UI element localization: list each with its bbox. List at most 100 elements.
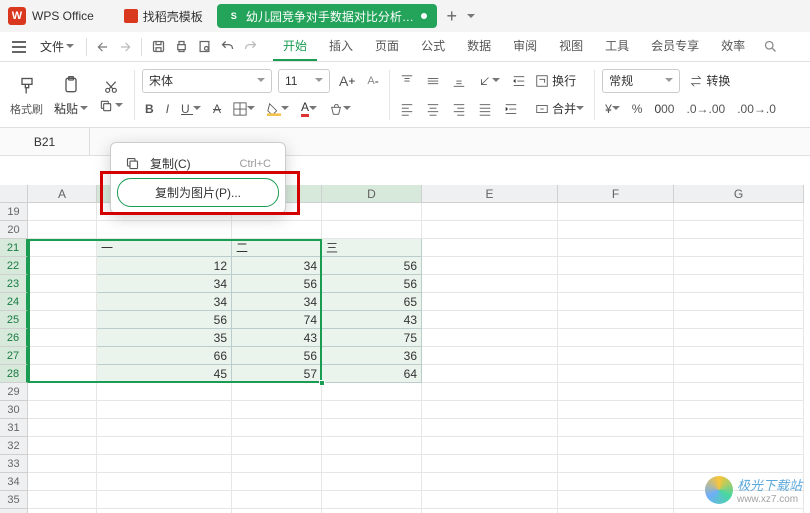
cell[interactable] xyxy=(674,257,804,275)
cell[interactable] xyxy=(28,401,97,419)
bold-button[interactable]: B xyxy=(142,100,157,118)
undo-button[interactable] xyxy=(217,37,238,56)
grow-font-icon[interactable]: A+ xyxy=(336,71,358,91)
cell[interactable] xyxy=(674,293,804,311)
cell[interactable]: 75 xyxy=(322,329,422,347)
clear-format-button[interactable] xyxy=(326,100,354,118)
cell[interactable] xyxy=(558,401,674,419)
tabs-dropdown-icon[interactable] xyxy=(467,14,475,22)
cell[interactable] xyxy=(674,437,804,455)
cell[interactable] xyxy=(422,365,558,383)
ribbon-tab-efficiency[interactable]: 效率 xyxy=(711,32,755,61)
font-color-button[interactable]: A xyxy=(298,98,320,119)
borders-button[interactable] xyxy=(230,100,258,118)
cell[interactable] xyxy=(28,275,97,293)
cell[interactable]: 56 xyxy=(232,275,322,293)
cell[interactable] xyxy=(97,401,232,419)
row-header[interactable]: 30 xyxy=(0,401,28,419)
cell[interactable]: 57 xyxy=(232,365,322,383)
cell[interactable] xyxy=(558,383,674,401)
row-header[interactable]: 32 xyxy=(0,437,28,455)
file-menu[interactable]: 文件 xyxy=(34,34,80,59)
cell[interactable] xyxy=(97,221,232,239)
cell[interactable] xyxy=(28,491,97,509)
row-header[interactable]: 31 xyxy=(0,419,28,437)
cell[interactable] xyxy=(97,383,232,401)
cell[interactable] xyxy=(674,311,804,329)
cell[interactable]: 三 xyxy=(322,239,422,257)
cell[interactable] xyxy=(422,473,558,491)
cell[interactable] xyxy=(97,419,232,437)
cell[interactable] xyxy=(28,383,97,401)
cell[interactable] xyxy=(28,329,97,347)
row-header[interactable]: 29 xyxy=(0,383,28,401)
cell[interactable]: 56 xyxy=(322,257,422,275)
new-tab-button[interactable]: + xyxy=(441,6,463,27)
cell[interactable]: 66 xyxy=(97,347,232,365)
row-header[interactable]: 34 xyxy=(0,473,28,491)
cell[interactable]: 34 xyxy=(97,275,232,293)
paste-icon[interactable] xyxy=(58,72,84,98)
cell[interactable] xyxy=(674,221,804,239)
cell[interactable] xyxy=(422,347,558,365)
ribbon-tab-review[interactable]: 审阅 xyxy=(503,32,547,61)
cell[interactable] xyxy=(674,239,804,257)
cell[interactable] xyxy=(558,221,674,239)
indent-dec-icon[interactable] xyxy=(509,72,529,90)
cell[interactable] xyxy=(422,419,558,437)
italic-button[interactable]: I xyxy=(163,100,172,118)
cell[interactable] xyxy=(674,203,804,221)
cell[interactable]: 34 xyxy=(97,293,232,311)
row-header[interactable]: 26 xyxy=(0,329,28,347)
print-preview-button[interactable] xyxy=(194,37,215,56)
cell[interactable] xyxy=(28,365,97,383)
row-header[interactable]: 24 xyxy=(0,293,28,311)
cell[interactable] xyxy=(322,491,422,509)
cell[interactable] xyxy=(674,401,804,419)
cell[interactable] xyxy=(422,311,558,329)
redo-button[interactable] xyxy=(240,37,261,56)
row-header[interactable]: 28 xyxy=(0,365,28,383)
align-middle-icon[interactable] xyxy=(423,72,443,90)
cell[interactable] xyxy=(322,401,422,419)
cell[interactable] xyxy=(232,473,322,491)
row-header[interactable]: 19 xyxy=(0,203,28,221)
cell[interactable] xyxy=(422,491,558,509)
dec-inc-icon[interactable]: .0→.00 xyxy=(683,100,728,118)
column-header[interactable]: A xyxy=(28,185,97,203)
cell[interactable]: 35 xyxy=(97,329,232,347)
align-bottom-icon[interactable] xyxy=(449,72,469,90)
row-header[interactable]: 23 xyxy=(0,275,28,293)
cell[interactable]: 43 xyxy=(322,311,422,329)
selection-handle[interactable] xyxy=(319,380,325,386)
cell[interactable] xyxy=(232,419,322,437)
row-header[interactable]: 36 xyxy=(0,509,28,513)
cut-icon[interactable] xyxy=(100,77,122,97)
cell[interactable] xyxy=(558,365,674,383)
forward-button[interactable] xyxy=(115,38,135,56)
cell[interactable]: 一 xyxy=(97,239,232,257)
cell[interactable] xyxy=(28,239,97,257)
cell[interactable] xyxy=(422,455,558,473)
cell[interactable] xyxy=(422,437,558,455)
cell[interactable] xyxy=(28,203,97,221)
cell[interactable] xyxy=(322,419,422,437)
cell[interactable] xyxy=(28,257,97,275)
cell[interactable] xyxy=(558,257,674,275)
ribbon-tab-view[interactable]: 视图 xyxy=(549,32,593,61)
spreadsheet[interactable]: ABCDEFG192021一二三221234562334565624343465… xyxy=(0,185,810,513)
row-header[interactable]: 22 xyxy=(0,257,28,275)
cell[interactable] xyxy=(422,401,558,419)
cell[interactable] xyxy=(558,239,674,257)
cell[interactable] xyxy=(422,329,558,347)
shrink-font-icon[interactable]: A- xyxy=(364,72,381,90)
column-header[interactable]: D xyxy=(322,185,422,203)
ribbon-tab-formula[interactable]: 公式 xyxy=(411,32,455,61)
cell[interactable]: 64 xyxy=(322,365,422,383)
cell[interactable] xyxy=(232,509,322,513)
cell[interactable]: 二 xyxy=(232,239,322,257)
cell[interactable] xyxy=(558,509,674,513)
cell[interactable] xyxy=(674,275,804,293)
ribbon-tab-tools[interactable]: 工具 xyxy=(595,32,639,61)
cell[interactable] xyxy=(322,203,422,221)
